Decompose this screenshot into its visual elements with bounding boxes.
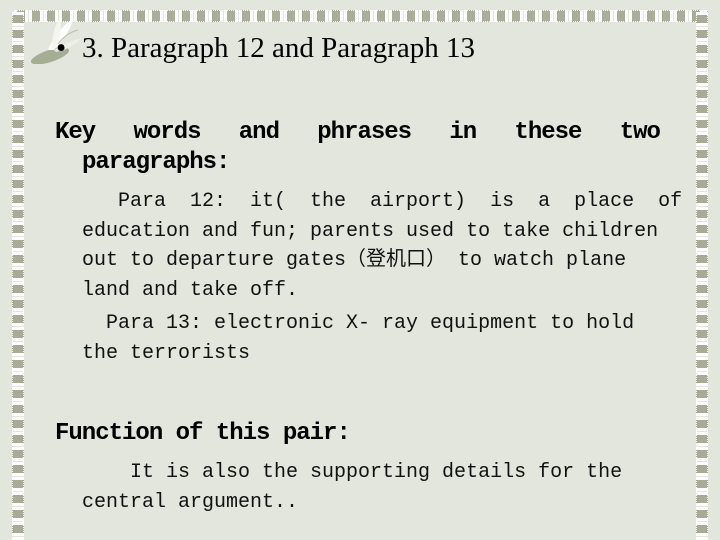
text-line: Para 13: electronic X- ray equipment to …	[82, 312, 635, 335]
text-line: the terrorists	[82, 341, 251, 365]
heading-word: two	[619, 119, 661, 146]
title-text: 3. Paragraph 12 and Paragraph 13	[82, 32, 475, 64]
heading-word: and	[238, 119, 280, 146]
decorative-border-right	[696, 12, 708, 540]
key-words-heading-line2: paragraphs:	[82, 149, 230, 176]
heading-word: phrases	[317, 119, 412, 146]
key-words-heading: Key words and phrases in these two parag…	[55, 118, 661, 178]
bullet-icon: •	[56, 32, 67, 64]
key-words-heading-line1: Key words and phrases in these two	[55, 118, 661, 148]
para12-text: Para 12: it( the airport) is a place of …	[82, 187, 683, 305]
heading-word: in	[449, 119, 477, 146]
heading-word: these	[514, 119, 582, 146]
text-line: education and fun; parents used to take …	[82, 219, 659, 243]
para13-text: Para 13: electronic X- ray equipment to …	[82, 309, 660, 368]
function-text: It is also the supporting details for th…	[82, 458, 660, 517]
heading-word: Key	[55, 119, 96, 146]
text-line: land and take off.	[82, 278, 299, 302]
text-line: out to departure gates（登机口） to watch pla…	[82, 249, 627, 272]
text-line: It is also the supporting details for th…	[82, 461, 623, 484]
heading-word: words	[133, 119, 201, 146]
slide-title: • 3. Paragraph 12 and Paragraph 13	[56, 30, 475, 66]
decorative-border-left	[12, 12, 24, 540]
function-heading: Function of this pair:	[55, 420, 351, 447]
text-line: central argument..	[82, 490, 299, 514]
decorative-border-top	[14, 10, 708, 22]
text-line: Para 12: it( the airport) is a place of	[82, 190, 683, 213]
